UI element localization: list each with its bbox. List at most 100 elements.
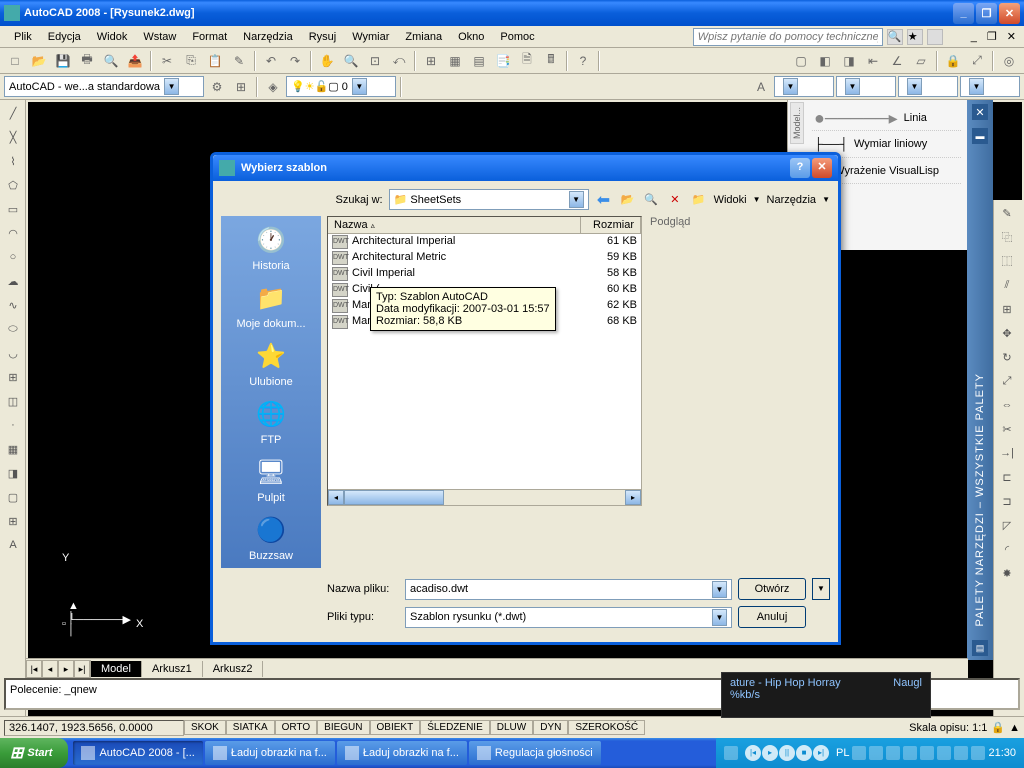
table-style-combo[interactable]: ▼ <box>898 76 958 97</box>
copy2-icon[interactable]: ⿻ <box>996 226 1018 248</box>
menu-plik[interactable]: Plik <box>8 29 38 45</box>
menu-zmiana[interactable]: Zmiana <box>399 29 448 45</box>
cancel-button[interactable]: Anuluj <box>738 606 806 628</box>
zoom-window-icon[interactable]: ⊡ <box>364 50 386 72</box>
menu-rysuj[interactable]: Rysuj <box>303 29 343 45</box>
filename-combo[interactable]: acadiso.dwt▼ <box>405 579 732 600</box>
fillet-icon[interactable]: ◜ <box>996 538 1018 560</box>
tray-icon-4[interactable] <box>903 746 917 760</box>
tray-icon-3[interactable] <box>886 746 900 760</box>
match-icon[interactable]: ✎ <box>228 50 250 72</box>
scroll-thumb[interactable] <box>344 490 444 505</box>
palette-item-line[interactable]: ●─────▸ Linia <box>812 106 961 131</box>
workspace-combo[interactable]: AutoCAD - we...a standardowa▼ <box>4 76 204 97</box>
area-icon[interactable]: ▱ <box>910 50 932 72</box>
media-play-icon[interactable]: ▸ <box>762 745 778 761</box>
menu-edycja[interactable]: Edycja <box>42 29 87 45</box>
tray-icon-5[interactable] <box>920 746 934 760</box>
stretch-icon[interactable]: ⇔ <box>996 394 1018 416</box>
grid-icon[interactable]: ⊞ <box>230 76 252 98</box>
tray-icon-6[interactable] <box>937 746 951 760</box>
menu-wstaw[interactable]: Wstaw <box>137 29 182 45</box>
rotate-icon[interactable]: ↻ <box>996 346 1018 368</box>
model-tab-vertical[interactable]: Model... <box>790 102 804 144</box>
palette-vertical-tab[interactable]: ✕ ▬ PALETY NARZĘDZI – WSZYSTKIE PALETY ▤ <box>967 100 993 660</box>
array-icon[interactable]: ⊞ <box>996 298 1018 320</box>
preview-icon[interactable]: 🔍 <box>100 50 122 72</box>
visual-icon[interactable]: ◎ <box>998 50 1020 72</box>
insert-icon[interactable]: ⊞ <box>2 366 24 388</box>
file-row[interactable]: DWTCivil Imperial58 KB <box>328 266 641 282</box>
media-stop-icon[interactable]: ■ <box>796 745 812 761</box>
menu-pomoc[interactable]: Pomoc <box>494 29 540 45</box>
tab-prev-icon[interactable]: ◂ <box>42 660 58 678</box>
dialog-close-button[interactable]: ✕ <box>812 158 832 178</box>
erase-icon[interactable]: ✎ <box>996 202 1018 224</box>
tray-icon-2[interactable] <box>869 746 883 760</box>
save-icon[interactable]: 💾 <box>52 50 74 72</box>
status-śledzenie[interactable]: ŚLEDZENIE <box>420 720 490 735</box>
window-restore-icon[interactable]: ❐ <box>987 30 997 43</box>
close-button[interactable]: ✕ <box>999 3 1020 24</box>
start-button[interactable]: ⊞ Start <box>0 738 68 768</box>
properties-icon[interactable]: ⊞ <box>420 50 442 72</box>
paste-icon[interactable]: 📋 <box>204 50 226 72</box>
explode-icon[interactable]: ✸ <box>996 562 1018 584</box>
palette-pin-icon[interactable]: ▬ <box>972 128 988 144</box>
gear-icon[interactable]: ⚙ <box>206 76 228 98</box>
scale-icon[interactable]: ⤢ <box>966 50 988 72</box>
trim-icon[interactable]: ✂ <box>996 418 1018 440</box>
place-mojedokum[interactable]: 📁Moje dokum... <box>227 280 315 330</box>
star-icon[interactable]: ★ <box>907 29 923 45</box>
arc-icon[interactable]: ◠ <box>2 222 24 244</box>
help-icon[interactable] <box>927 29 943 45</box>
status-biegun[interactable]: BIEGUN <box>317 720 369 735</box>
chamfer-icon[interactable]: ◸ <box>996 514 1018 536</box>
file-list[interactable]: Nazwa ▵ Rozmiar DWTArchitectural Imperia… <box>327 216 642 506</box>
palette-props-icon[interactable]: ▤ <box>972 640 988 656</box>
window-close-icon[interactable]: ✕ <box>1007 30 1016 43</box>
window-minimize-icon[interactable]: _ <box>971 31 977 43</box>
ellipse-icon[interactable]: ⬭ <box>2 318 24 340</box>
lock-icon[interactable]: 🔒 <box>942 50 964 72</box>
clock[interactable]: 21:30 <box>988 747 1016 759</box>
scroll-left-icon[interactable]: ◂ <box>328 490 344 505</box>
open-button[interactable]: Otwórz <box>738 578 806 600</box>
taskbar-button-3[interactable]: Regulacja głośności <box>469 741 601 765</box>
filetype-combo[interactable]: Szablon rysunku (*.dwt)▼ <box>405 607 732 628</box>
toolpalettes-icon[interactable]: ▤ <box>468 50 490 72</box>
angle-icon[interactable]: ∠ <box>886 50 908 72</box>
distance-icon[interactable]: ⇤ <box>862 50 884 72</box>
layer-icon[interactable]: ◧ <box>814 50 836 72</box>
block-icon[interactable]: ▢ <box>790 50 812 72</box>
media-next-icon[interactable]: ▸| <box>813 745 829 761</box>
mirror-icon[interactable]: ⿰ <box>996 250 1018 272</box>
tray-volume-icon[interactable] <box>852 746 866 760</box>
up-folder-icon[interactable]: 📂 <box>618 190 636 210</box>
menu-wymiar[interactable]: Wymiar <box>346 29 395 45</box>
designcenter-icon[interactable]: ▦ <box>444 50 466 72</box>
gradient-icon[interactable]: ◨ <box>2 462 24 484</box>
status-lock-icon[interactable]: 🔒 <box>991 721 1005 734</box>
maximize-button[interactable]: ❐ <box>976 3 997 24</box>
help2-icon[interactable]: ? <box>572 50 594 72</box>
join-icon[interactable]: ⊐ <box>996 490 1018 512</box>
menu-okno[interactable]: Okno <box>452 29 490 45</box>
tray-icon-1[interactable] <box>724 746 738 760</box>
markup-icon[interactable]: 🗎 <box>516 50 538 72</box>
tab-arkusz2[interactable]: Arkusz2 <box>203 661 264 677</box>
publish-icon[interactable]: 📤 <box>124 50 146 72</box>
sheet-set-icon[interactable]: 📑 <box>492 50 514 72</box>
tab-next-icon[interactable]: ▸ <box>58 660 74 678</box>
back-icon[interactable]: ⬅ <box>595 190 613 210</box>
tray-icon-8[interactable] <box>971 746 985 760</box>
search-icon[interactable]: 🔍 <box>887 29 903 45</box>
move-icon[interactable]: ✥ <box>996 322 1018 344</box>
mtext-icon[interactable]: A <box>2 534 24 556</box>
revcloud-icon[interactable]: ☁ <box>2 270 24 292</box>
extend-icon[interactable]: →| <box>996 442 1018 464</box>
offset-icon[interactable]: ⫽ <box>996 274 1018 296</box>
layers-icon[interactable]: ◈ <box>262 76 284 98</box>
calc-icon[interactable]: 🖩 <box>540 50 562 72</box>
xline-icon[interactable]: ╳ <box>2 126 24 148</box>
